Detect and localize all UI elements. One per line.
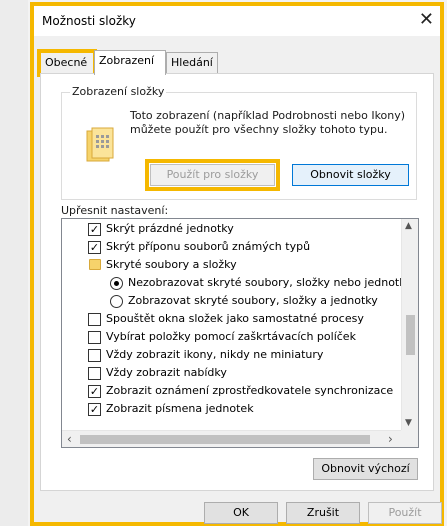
advanced-settings-list[interactable]: ✓ Skrýt prázdné jednotky ✓ Skrýt příponu so… [61,218,419,448]
list-item-label: Vybírat položky pomocí zaškrtávacích pol… [106,330,356,343]
scroll-left-icon[interactable]: ‹ [67,432,72,446]
checkbox-checked[interactable]: ✓ [88,223,101,236]
tab-general[interactable]: Obecné [37,49,97,77]
checkbox-unchecked[interactable] [88,349,101,362]
window-title: Možnosti složky [42,14,136,28]
radio-unselected[interactable] [110,295,123,308]
tab-view[interactable]: Zobrazení [94,50,166,75]
list-item-label: Vždy zobrazit nabídky [106,366,227,379]
tab-search[interactable]: Hledání [166,52,218,74]
folder-small-icon [89,259,101,270]
scroll-up-icon[interactable]: ▲ [405,221,412,231]
list-item-label: Zobrazit písmena jednotek [106,402,254,415]
list-item-label: Zobrazit oznámení zprostředkovatele sync… [106,384,394,397]
folder-view-group-title: Zobrazení složky [70,85,167,98]
list-item-label: Skrýt příponu souborů známých typů [106,240,311,253]
title-bar: Možnosti složky ✕ [34,6,440,36]
vertical-scrollbar[interactable]: ▲ ▼ [401,219,418,432]
vertical-scroll-thumb[interactable] [406,315,415,355]
scroll-right-icon[interactable]: › [388,432,393,446]
scrollbar-corner [401,430,418,447]
checkbox-unchecked[interactable] [88,367,101,380]
horizontal-scroll-thumb[interactable] [80,435,370,444]
checkbox-unchecked[interactable] [88,331,101,344]
view-tab-panel: Zobrazení složky Toto zobrazení (napříkl… [40,73,434,491]
checkbox-unchecked[interactable] [88,313,101,326]
background-window-strip [0,0,28,526]
close-icon[interactable]: ✕ [419,9,434,30]
checkbox-checked[interactable]: ✓ [88,385,101,398]
scroll-down-icon[interactable]: ▼ [405,418,412,428]
checkbox-checked[interactable]: ✓ [88,403,101,416]
list-item-label: Zobrazovat skryté soubory, složky a jedn… [128,294,378,307]
cancel-button[interactable]: Zrušit [286,502,360,524]
reset-folders-button[interactable]: Obnovit složky [292,164,409,186]
folder-view-group: Zobrazení složky Toto zobrazení (napříkl… [61,85,417,200]
advanced-settings-label: Upřesnit nastavení: [61,204,169,217]
list-item-label: Nezobrazovat skryté soubory, složky nebo… [128,276,412,289]
checkbox-checked[interactable]: ✓ [88,241,101,254]
folder-options-dialog: Možnosti složky ✕ Obecné Zobrazení Hledá… [30,2,444,526]
apply-button[interactable]: Použít [368,502,442,524]
horizontal-scrollbar[interactable]: ‹ › [62,430,402,447]
radio-selected[interactable] [110,277,123,290]
list-item-label: Spouštět okna složek jako samostatné pro… [106,312,364,325]
apply-to-folders-button[interactable]: Použít pro složky [145,159,280,191]
ok-button[interactable]: OK [204,502,278,524]
folder-icon [86,127,114,162]
list-item-label: Vždy zobrazit ikony, nikdy ne miniatury [106,348,324,361]
folder-view-description: Toto zobrazení (například Podrobnosti ne… [130,109,406,136]
list-item-label: Skryté soubory a složky [106,258,237,271]
list-item-label: Skrýt prázdné jednotky [106,222,234,235]
restore-defaults-button[interactable]: Obnovit výchozí [313,458,418,480]
